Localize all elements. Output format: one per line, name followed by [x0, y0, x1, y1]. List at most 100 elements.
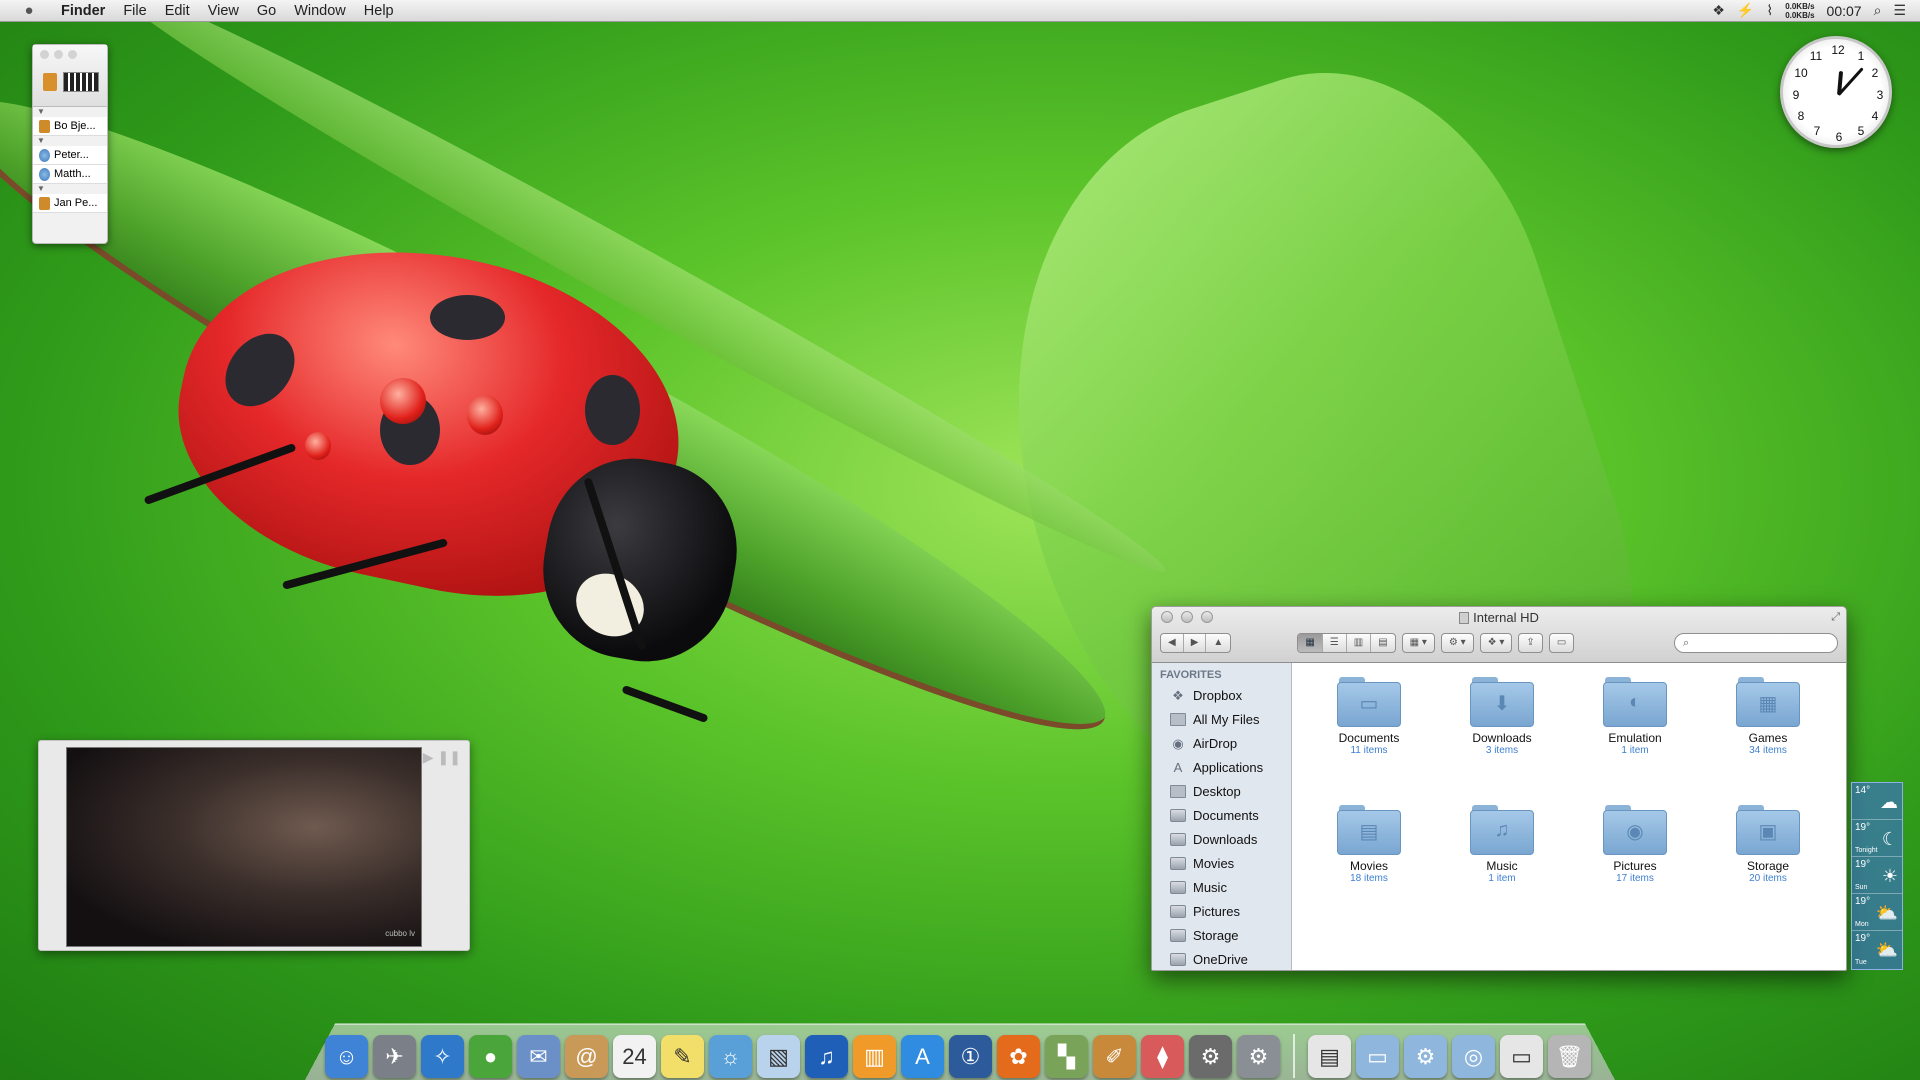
search-field[interactable]: ⌕	[1674, 633, 1838, 653]
contact-row[interactable]: Matth...	[33, 165, 107, 184]
finder-titlebar[interactable]: Internal HD ⤢ ◀ ▶ ▲ ▦ ☰ ▥ ▤ ▦ ▾ ⚙ ▾ ❖ ▾ …	[1152, 607, 1846, 663]
trash-icon[interactable]: 🗑	[1548, 1035, 1591, 1078]
iphoto-icon[interactable]: ☼	[709, 1035, 752, 1078]
video-player-window[interactable]: cubbo lv ▶ ❚❚	[38, 740, 470, 951]
flower-app-icon[interactable]: ✿	[997, 1035, 1040, 1078]
menu-go[interactable]: Go	[248, 3, 285, 19]
safari-icon[interactable]: ✧	[421, 1035, 464, 1078]
forward-button[interactable]: ▶	[1184, 634, 1207, 652]
contacts-icon[interactable]: @	[565, 1035, 608, 1078]
address-book-icon[interactable]	[43, 73, 57, 91]
folder-item-music[interactable]: ♫ Music 1 item	[1443, 805, 1561, 884]
clock-number: 1	[1857, 49, 1865, 63]
column-view-button[interactable]: ▥	[1347, 634, 1372, 652]
finder-icon[interactable]: ☺	[325, 1035, 368, 1078]
sidebar-item-desktop[interactable]: Desktop	[1152, 779, 1291, 803]
widget-window-controls[interactable]	[40, 50, 77, 59]
notification-list-icon[interactable]: ☰	[1893, 2, 1906, 19]
document-stack-icon[interactable]: ▤	[1308, 1035, 1351, 1078]
preview-icon[interactable]: ▧	[757, 1035, 800, 1078]
apps-stack-icon[interactable]: ◎	[1452, 1035, 1495, 1078]
pixelmator-icon[interactable]: ✐	[1093, 1035, 1136, 1078]
contact-cards-icon[interactable]	[63, 72, 99, 92]
sidebar-item-documents[interactable]: Documents	[1152, 803, 1291, 827]
icecream-icon[interactable]: ⧫	[1141, 1035, 1184, 1078]
calendar-icon[interactable]: 24	[613, 1035, 656, 1078]
sidebar-item-onedrive[interactable]: OneDrive	[1152, 947, 1291, 970]
contact-row[interactable]: Jan Pe...	[33, 194, 107, 213]
pause-icon[interactable]: ❚❚	[438, 749, 461, 766]
icon-view-button[interactable]: ▦	[1298, 634, 1323, 652]
forklift-icon[interactable]: ⚙	[1189, 1035, 1232, 1078]
onepassword-icon[interactable]: ①	[949, 1035, 992, 1078]
finder-sidebar: FAVORITES ❖ Dropbox All My Files ◉ AirDrop…	[1152, 663, 1292, 970]
folder-item-emulation[interactable]: ◐ Emulation 1 item	[1576, 677, 1694, 756]
list-view-button[interactable]: ☰	[1323, 634, 1347, 652]
contact-row[interactable]: Bo Bje...	[33, 117, 107, 136]
desktop-stack-icon[interactable]: ▭	[1500, 1035, 1543, 1078]
network-speed[interactable]: 0.0KB/s 0.0KB/s	[1785, 2, 1814, 20]
sidebar-item-downloads[interactable]: Downloads	[1152, 827, 1291, 851]
share-button[interactable]: ⇪	[1518, 633, 1543, 653]
toggle-button[interactable]: ▭	[1548, 633, 1575, 653]
analog-clock-widget[interactable]: 12 1 2 3 4 5 6 7 8 9 10 11	[1780, 36, 1892, 148]
group-toggle-icon[interactable]: ▼	[33, 136, 107, 146]
contact-row[interactable]: Peter...	[33, 146, 107, 165]
ibooks-icon[interactable]: ▥	[853, 1035, 896, 1078]
app-store-icon[interactable]: A	[901, 1035, 944, 1078]
wifi-icon[interactable]: ⌇	[1766, 2, 1773, 19]
mail-icon[interactable]: ✉	[517, 1035, 560, 1078]
spotlight-search-icon[interactable]: ⌕	[1874, 2, 1882, 19]
maps-icon[interactable]: ▚	[1045, 1035, 1088, 1078]
sidebar-item-dropbox[interactable]: ❖ Dropbox	[1152, 683, 1291, 707]
fullscreen-icon[interactable]: ⤢	[1831, 611, 1840, 624]
menu-window[interactable]: Window	[285, 3, 355, 19]
adium-icon[interactable]: ●	[469, 1035, 512, 1078]
settings-stack-icon[interactable]: ⚙	[1404, 1035, 1447, 1078]
arrange-button[interactable]: ▦ ▾	[1401, 633, 1435, 653]
contacts-widget[interactable]: ▼ Bo Bje... ▼ Peter... Matth... ▼ Jan Pe…	[32, 44, 108, 244]
dropbox-toolbar-button[interactable]: ❖ ▾	[1479, 633, 1513, 653]
system-preferences-icon[interactable]: ⚙	[1237, 1035, 1280, 1078]
folder-item-movies[interactable]: ▤ Movies 18 items	[1310, 805, 1428, 884]
folder-item-documents[interactable]: ▭ Documents 11 items	[1310, 677, 1428, 756]
apple-menu-icon[interactable]: ●	[20, 2, 38, 20]
network-icon[interactable]: ⚡	[1737, 2, 1754, 19]
app-menu-finder[interactable]: Finder	[52, 3, 114, 19]
menu-file[interactable]: File	[114, 3, 155, 19]
coverflow-view-button[interactable]: ▤	[1371, 634, 1394, 652]
finder-window[interactable]: Internal HD ⤢ ◀ ▶ ▲ ▦ ☰ ▥ ▤ ▦ ▾ ⚙ ▾ ❖ ▾ …	[1151, 606, 1847, 971]
menu-edit[interactable]: Edit	[156, 3, 199, 19]
folder-item-downloads[interactable]: ⬇ Downloads 3 items	[1443, 677, 1561, 756]
group-toggle-icon[interactable]: ▼	[33, 184, 107, 194]
menu-view[interactable]: View	[199, 3, 248, 19]
stickies-icon[interactable]: ✎	[661, 1035, 704, 1078]
sidebar-item-storage[interactable]: Storage	[1152, 923, 1291, 947]
sidebar-item-airdrop[interactable]: ◉ AirDrop	[1152, 731, 1291, 755]
group-toggle-icon[interactable]: ▼	[33, 107, 107, 117]
sidebar-item-all-my-files[interactable]: All My Files	[1152, 707, 1291, 731]
dropbox-icon[interactable]: ❖	[1712, 2, 1725, 19]
eject-icon[interactable]: ▲	[1206, 634, 1230, 652]
folder-stack-icon[interactable]: ▭	[1356, 1035, 1399, 1078]
action-button[interactable]: ⚙ ▾	[1440, 633, 1474, 653]
folder-count: 1 item	[1488, 873, 1516, 884]
folder-icon	[1170, 928, 1186, 942]
sidebar-item-music[interactable]: Music	[1152, 875, 1291, 899]
folder-item-games[interactable]: ▦ Games 34 items	[1709, 677, 1827, 756]
itunes-icon[interactable]: ♫	[805, 1035, 848, 1078]
folder-item-storage[interactable]: ▣ Storage 20 items	[1709, 805, 1827, 884]
dropbox-icon: ❖	[1172, 687, 1184, 703]
sidebar-item-movies[interactable]: Movies	[1152, 851, 1291, 875]
sidebar-item-applications[interactable]: A Applications	[1152, 755, 1291, 779]
play-icon[interactable]: ▶	[423, 749, 434, 766]
music-folder-icon: ♫	[1470, 805, 1534, 855]
menu-help[interactable]: Help	[355, 3, 403, 19]
menu-clock[interactable]: 00:07	[1827, 3, 1862, 19]
launchpad-icon[interactable]: ✈	[373, 1035, 416, 1078]
back-button[interactable]: ◀	[1161, 634, 1184, 652]
folder-item-pictures[interactable]: ◉ Pictures 17 items	[1576, 805, 1694, 884]
sidebar-item-pictures[interactable]: Pictures	[1152, 899, 1291, 923]
video-frame[interactable]: cubbo lv	[66, 747, 422, 947]
weather-widget[interactable]: 14° ☁ 19° Tonight ☾ 19° Sun ☀ 19° Mon ⛅ 19° Tue ⛅	[1851, 782, 1903, 970]
